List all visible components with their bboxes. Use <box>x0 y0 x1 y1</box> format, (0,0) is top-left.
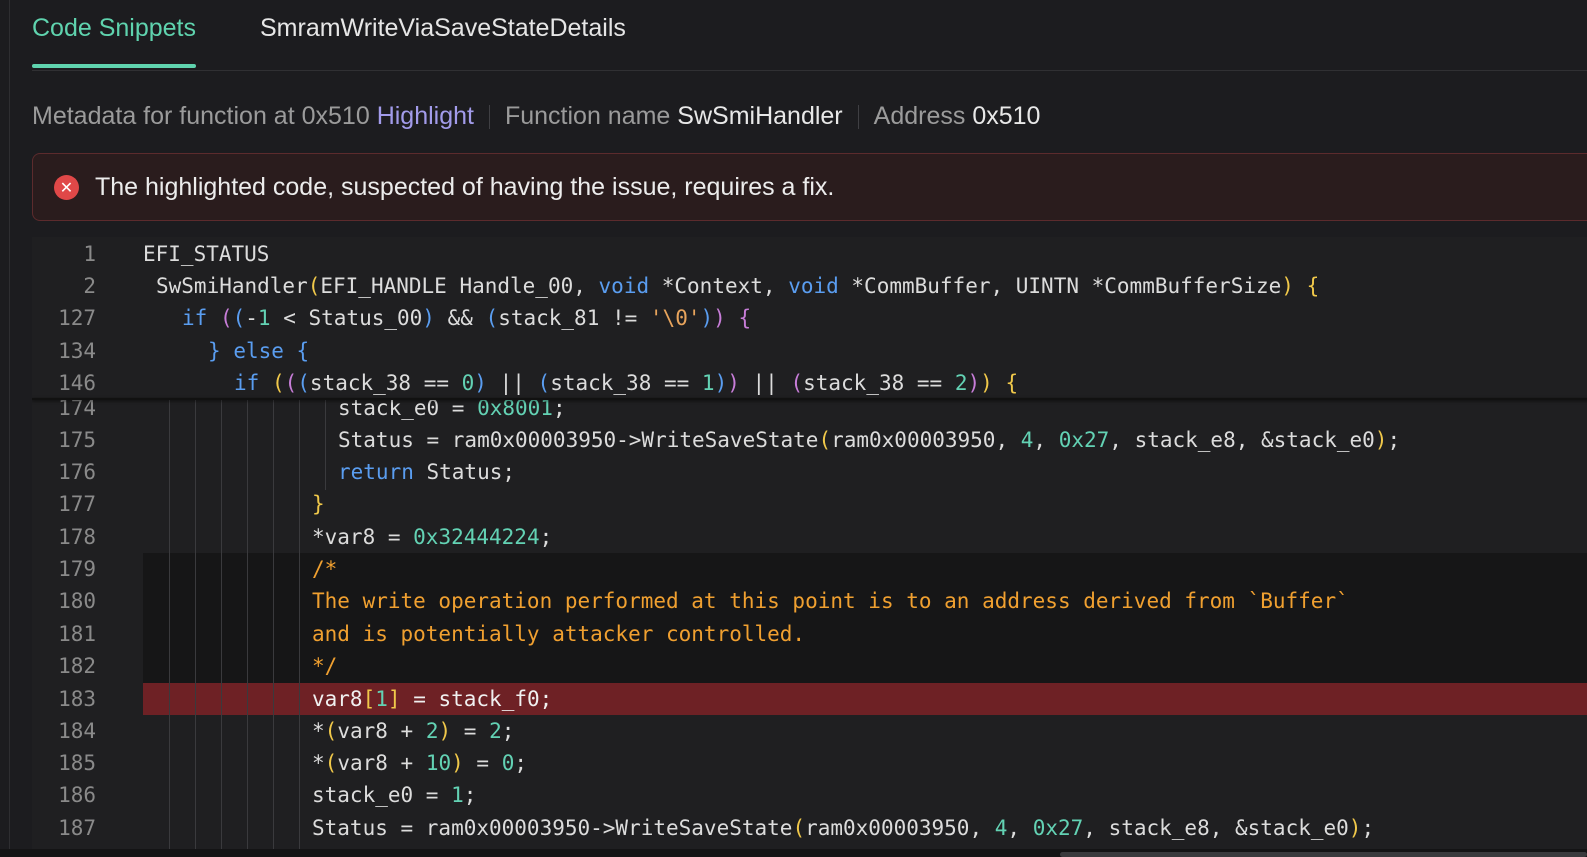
code-line-comment: 180 The write operation performed at this… <box>58 589 1349 613</box>
code-line: 134} else { <box>58 339 310 363</box>
divider <box>857 104 859 129</box>
code-line: 186 stack_e0 = 1; <box>58 783 477 807</box>
code-line: 185 *(var8 + 10) = 0; <box>58 751 528 775</box>
divider <box>488 104 490 129</box>
tab-smram-write-details[interactable]: SmramWriteViaSaveStateDetails <box>260 14 626 43</box>
code-line: 127 if ((-1 < Status_00) && (stack_81 != … <box>58 306 752 330</box>
function-metadata: Metadata for function at 0x510 Highlight… <box>32 102 1040 131</box>
code-line-highlighted: 183 var8[1] = stack_f0; <box>58 687 553 711</box>
code-line: 146 if (((stack_38 == 0) || (stack_38 == … <box>58 371 1019 395</box>
code-line-comment: 179/* <box>58 557 338 581</box>
metadata-prefix: Metadata for function at 0x510 <box>32 102 370 130</box>
code-line: 2 SwSmiHandler(EFI_HANDLE Handle_00, void… <box>83 274 1320 298</box>
code-line: 176 return Status; <box>58 460 516 484</box>
code-line-comment: 181 and is potentially attacker controlle… <box>58 622 806 646</box>
function-name-value: SwSmiHandler <box>677 102 843 130</box>
error-x-icon: ✕ <box>54 175 79 200</box>
code-line: 184 *(var8 + 2) = 2; <box>58 719 515 743</box>
error-alert: ✕ The highlighted code, suspected of hav… <box>32 153 1587 221</box>
alert-message: The highlighted code, suspected of havin… <box>95 173 835 201</box>
code-line-comment: 182 */ <box>58 654 338 678</box>
tab-bar: Code Snippets SmramWriteViaSaveStateDeta… <box>32 0 1587 71</box>
code-line: 175 Status = ram0x00003950->WriteSaveStat… <box>58 428 1401 452</box>
tab-code-snippets[interactable]: Code Snippets <box>32 14 197 68</box>
sticky-header-divider <box>32 398 1587 400</box>
scrollbar-thumb[interactable] <box>1060 852 1587 857</box>
highlight-link[interactable]: Highlight <box>377 102 474 131</box>
left-border <box>9 0 10 857</box>
code-viewer[interactable]: 174 stack_e0 = 0x8001; 175 Status = ram0x0… <box>32 237 1587 857</box>
function-name-label: Function name <box>504 102 671 130</box>
horizontal-scrollbar[interactable] <box>0 849 1587 857</box>
code-line: 1 EFI_STATUS <box>83 242 270 266</box>
code-line: 187 Status = ram0x00003950->WriteSaveStat… <box>58 816 1375 840</box>
address-value: 0x510 <box>972 102 1041 130</box>
address-label: Address <box>873 102 966 130</box>
code-line: 178 *var8 = 0x32444224; <box>58 525 553 549</box>
sticky-scope-header: 1 EFI_STATUS 2 SwSmiHandler(EFI_HANDLE Han… <box>32 237 1587 398</box>
code-line: 177} <box>58 492 325 516</box>
